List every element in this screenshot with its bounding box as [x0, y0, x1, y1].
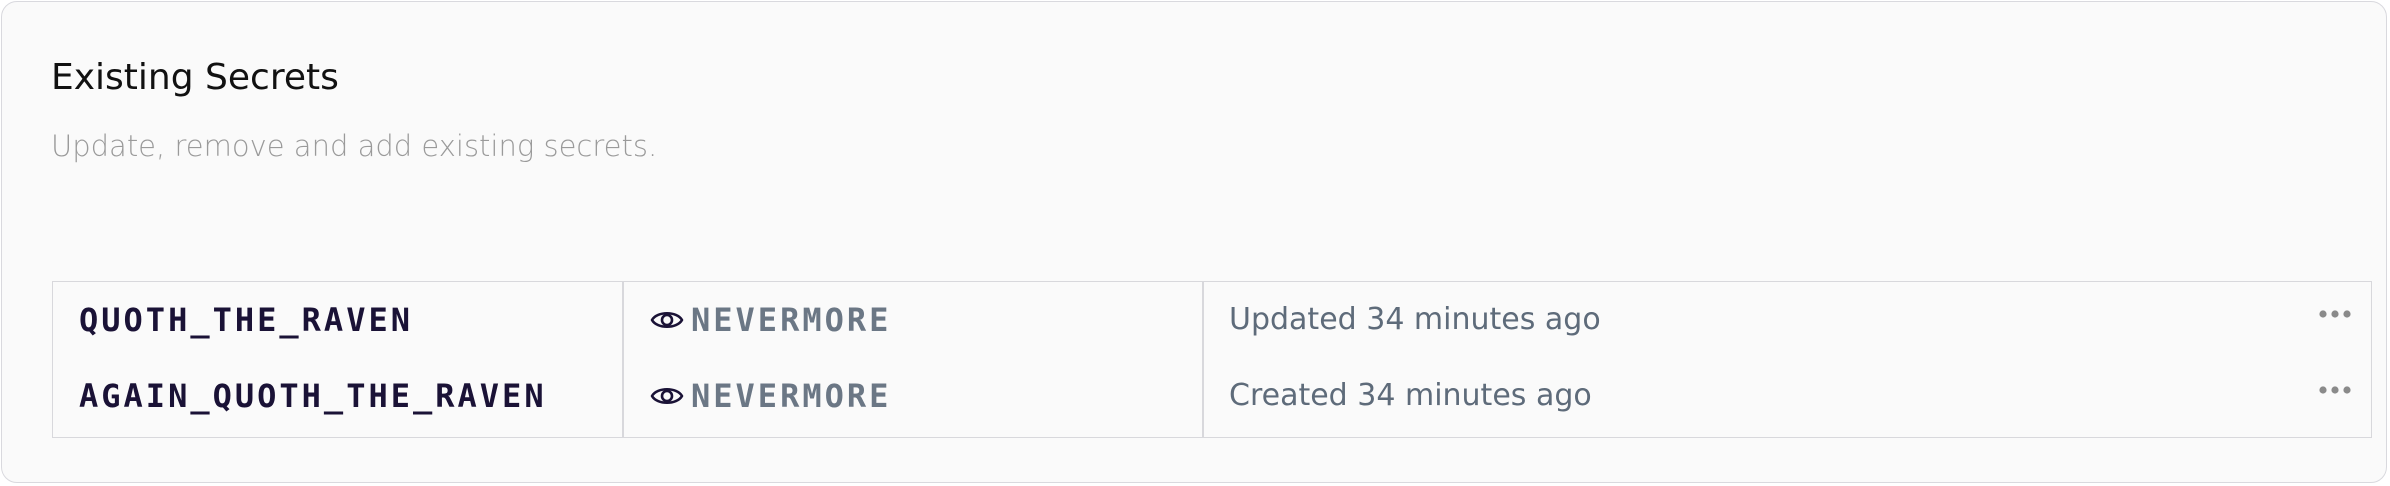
- secret-status: Created 34 minutes ago: [1229, 378, 1592, 413]
- section-subtitle: Update, remove and add existing secrets.: [51, 129, 658, 163]
- eye-icon[interactable]: [649, 306, 685, 334]
- table-row: AGAIN_QUOTH_THE_RAVEN NEVERMORE Created …: [53, 358, 2371, 434]
- more-options-button[interactable]: [2315, 378, 2355, 402]
- secret-value: NEVERMORE: [691, 377, 892, 415]
- more-options-button[interactable]: [2315, 302, 2355, 326]
- existing-secrets-card: Existing Secrets Update, remove and add …: [1, 1, 2387, 483]
- section-title: Existing Secrets: [51, 57, 339, 98]
- secret-name[interactable]: AGAIN_QUOTH_THE_RAVEN: [79, 376, 547, 416]
- reveal-secret-toggle[interactable]: NEVERMORE: [649, 376, 891, 416]
- secret-status: Updated 34 minutes ago: [1229, 302, 1601, 337]
- secret-value: NEVERMORE: [691, 301, 892, 339]
- secrets-table: QUOTH_THE_RAVEN NEVERMORE Updated 34 min…: [52, 281, 2372, 438]
- more-horizontal-icon: [2315, 302, 2355, 326]
- eye-icon[interactable]: [649, 382, 685, 410]
- table-row: QUOTH_THE_RAVEN NEVERMORE Updated 34 min…: [53, 282, 2371, 358]
- more-horizontal-icon: [2315, 378, 2355, 402]
- secret-name[interactable]: QUOTH_THE_RAVEN: [79, 300, 413, 340]
- reveal-secret-toggle[interactable]: NEVERMORE: [649, 300, 891, 340]
